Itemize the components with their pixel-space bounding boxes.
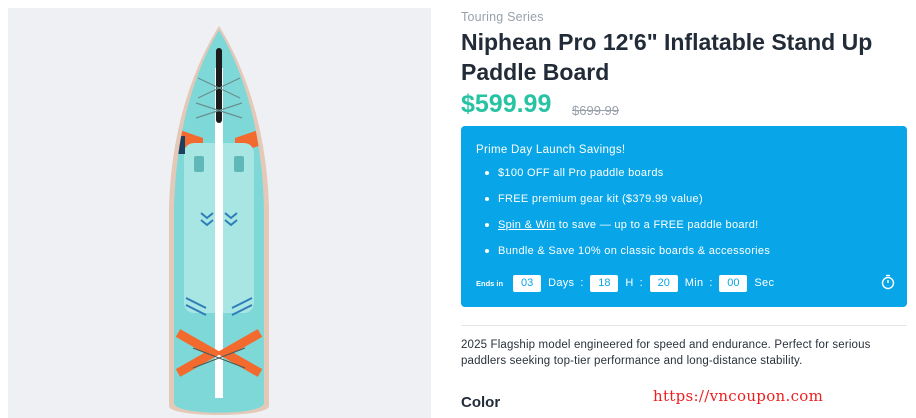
product-description: 2025 Flagship model engineered for speed… <box>461 339 871 367</box>
countdown-ends-label: Ends in <box>476 278 504 288</box>
countdown-seconds: 00 <box>719 274 748 292</box>
countdown-timer: Ends in 03 Days : 18 H : 20 Min : 00 Sec <box>476 274 782 292</box>
countdown-seconds-label: Sec <box>754 277 775 289</box>
divider <box>461 325 907 326</box>
countdown-minutes: 20 <box>649 274 678 292</box>
promo-item: Bundle & Save 10% on classic boards & ac… <box>461 244 770 270</box>
product-title: Niphean Pro 12'6" Inflatable Stand Up Pa… <box>461 29 873 85</box>
promo-box: Prime Day Launch Savings! $100 OFF all P… <box>461 126 907 307</box>
paddle-board-image <box>169 26 269 415</box>
product-price: $599.99 <box>461 90 552 118</box>
promo-item: FREE premium gear kit ($379.99 value) <box>461 192 770 218</box>
countdown-separator: : <box>639 277 643 289</box>
countdown-days-label: Days <box>548 277 575 289</box>
product-image-gallery[interactable] <box>8 8 431 418</box>
countdown-hours: 18 <box>590 274 619 292</box>
countdown-days: 03 <box>513 274 542 292</box>
promo-item: Spin & Win to save — up to a FREE paddle… <box>461 218 770 244</box>
stopwatch-icon <box>881 274 895 290</box>
product-series: Touring Series <box>461 10 544 24</box>
promo-list: $100 OFF all Pro paddle boards FREE prem… <box>461 166 770 270</box>
countdown-separator: : <box>709 277 713 289</box>
promo-heading: Prime Day Launch Savings! <box>476 144 626 156</box>
countdown-hours-label: H <box>625 277 634 289</box>
original-price: $699.99 <box>572 103 619 118</box>
watermark: https://vncoupon.com <box>653 387 824 405</box>
countdown-separator: : <box>580 277 584 289</box>
promo-item-text: to save — up to a FREE paddle board! <box>555 219 759 231</box>
color-option-label: Color <box>461 394 501 411</box>
countdown-minutes-label: Min <box>684 277 704 289</box>
spin-and-win-link[interactable]: Spin & Win <box>498 219 555 231</box>
promo-item: $100 OFF all Pro paddle boards <box>461 166 770 192</box>
